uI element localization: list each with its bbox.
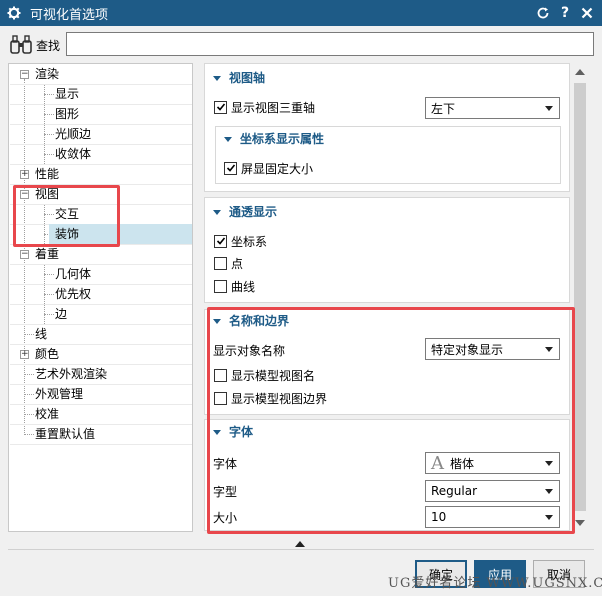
font-size-dropdown[interactable]: 10 xyxy=(425,506,560,528)
divider xyxy=(8,549,594,550)
tree-item-view[interactable]: − 视图 xyxy=(9,184,192,204)
help-icon[interactable]: ? xyxy=(554,2,576,24)
group-header-font[interactable]: 字体 xyxy=(213,422,253,442)
group-header-view-triad[interactable]: 视图轴 xyxy=(213,68,265,88)
settings-panel: 视图轴 显示视图三重轴 左下 坐标系显示属性 屏显固定大小 通透显示 坐标系 点… xyxy=(204,63,588,532)
search-input[interactable] xyxy=(66,32,594,56)
collapse-icon[interactable]: − xyxy=(20,190,29,199)
watermark: UG爱好者论坛 WWW.UGSNX.COM xyxy=(388,576,602,591)
tree-item-performance[interactable]: + 性能 xyxy=(9,164,192,184)
tree-item-display[interactable]: 显示 xyxy=(9,84,192,104)
expand-icon[interactable]: + xyxy=(20,350,29,359)
style-label: 字型 xyxy=(213,484,238,499)
group-font: 字体 字体 A 楷体 字型 Regular 大小 10 xyxy=(204,419,570,531)
chevron-down-icon xyxy=(545,461,553,466)
chevron-down-icon xyxy=(545,106,553,111)
chevron-down-icon xyxy=(545,347,553,352)
group-names-borders: 名称和边界 显示对象名称 特定对象显示 显示模型视图名 显示模型视图边界 xyxy=(204,309,570,415)
font-label: 字体 xyxy=(213,456,238,471)
group-header-coord-display[interactable]: 坐标系显示属性 xyxy=(224,129,324,149)
group-header-see-through[interactable]: 通透显示 xyxy=(213,202,277,222)
csys-row[interactable]: 坐标系 xyxy=(214,231,267,251)
search-bar: 查找 xyxy=(0,26,602,64)
fixed-size-checkbox[interactable] xyxy=(224,161,237,175)
collapse-triangle-icon xyxy=(213,209,221,215)
tree-item-edge[interactable]: 边 xyxy=(9,304,192,324)
tree-item-render[interactable]: − 渲染 xyxy=(9,64,192,84)
expand-icon[interactable]: + xyxy=(20,170,29,179)
chevron-down-icon xyxy=(545,515,553,520)
panel-scrollbar[interactable] xyxy=(572,63,588,532)
size-label: 大小 xyxy=(213,510,238,525)
group-coord-display: 坐标系显示属性 屏显固定大小 xyxy=(215,126,561,184)
fixed-size-row[interactable]: 屏显固定大小 xyxy=(224,158,313,178)
reset-icon[interactable] xyxy=(532,2,554,24)
tree-item-reset-defaults[interactable]: 重置默认值 xyxy=(9,424,192,444)
group-header-names-borders[interactable]: 名称和边界 xyxy=(213,311,289,331)
model-view-name-checkbox[interactable] xyxy=(214,368,227,382)
gear-icon xyxy=(6,5,22,21)
tree-item-color[interactable]: + 颜色 xyxy=(9,344,192,364)
window-title: 可视化首选项 xyxy=(30,7,109,23)
collapse-triangle-icon xyxy=(213,318,221,324)
show-name-label: 显示对象名称 xyxy=(213,343,286,358)
model-view-name-row[interactable]: 显示模型视图名 xyxy=(214,365,315,385)
tree-item-graphics[interactable]: 图形 xyxy=(9,104,192,124)
chevron-down-icon xyxy=(545,489,553,494)
font-dropdown[interactable]: A 楷体 xyxy=(425,452,560,474)
scroll-down-icon[interactable] xyxy=(575,520,585,526)
group-view-triad: 视图轴 显示视图三重轴 左下 坐标系显示属性 屏显固定大小 xyxy=(204,63,570,192)
model-view-border-checkbox[interactable] xyxy=(214,391,227,405)
tree-item-interaction[interactable]: 交互 xyxy=(9,204,192,224)
show-triad-row[interactable]: 显示视图三重轴 xyxy=(214,97,315,117)
tree-item-geometry[interactable]: 几何体 xyxy=(9,264,192,284)
scroll-up-icon[interactable] xyxy=(575,69,585,75)
collapse-triangle-icon xyxy=(213,429,221,435)
close-icon[interactable] xyxy=(576,2,598,24)
font-glyph-icon: A xyxy=(431,452,444,474)
tree-item-calibration[interactable]: 校准 xyxy=(9,404,192,424)
tree-item-convergent[interactable]: 收敛体 xyxy=(9,144,192,164)
collapse-up-icon[interactable] xyxy=(295,541,305,547)
show-triad-checkbox[interactable] xyxy=(214,100,227,114)
tree-item-priority[interactable]: 优先权 xyxy=(9,284,192,304)
tree-item-line[interactable]: 线 xyxy=(9,324,192,344)
scroll-thumb[interactable] xyxy=(574,83,586,511)
tree-item-artistic-render[interactable]: 艺术外观渲染 xyxy=(9,364,192,384)
model-view-border-row[interactable]: 显示模型视图边界 xyxy=(214,388,327,408)
collapse-triangle-icon xyxy=(224,136,232,142)
tree-item-decoration[interactable]: 装饰 xyxy=(49,224,192,244)
search-label: 查找 xyxy=(36,38,61,53)
triad-position-dropdown[interactable]: 左下 xyxy=(425,97,560,119)
collapse-icon[interactable]: − xyxy=(20,70,29,79)
binoculars-icon xyxy=(10,34,32,56)
curve-checkbox[interactable] xyxy=(214,279,227,293)
curve-row[interactable]: 曲线 xyxy=(214,276,255,296)
tree-item-emphasis[interactable]: − 着重 xyxy=(9,244,192,264)
tree-item-smooth-edges[interactable]: 光顺边 xyxy=(9,124,192,144)
nav-tree: − 渲染 显示 图形 光顺边 收敛体 + 性能 − 视图 交互 装饰 − 着重 … xyxy=(8,63,193,532)
point-checkbox[interactable] xyxy=(214,256,227,270)
collapse-icon[interactable]: − xyxy=(20,250,29,259)
show-name-dropdown[interactable]: 特定对象显示 xyxy=(425,338,560,360)
point-row[interactable]: 点 xyxy=(214,253,243,273)
collapse-triangle-icon xyxy=(213,75,221,81)
font-style-dropdown[interactable]: Regular xyxy=(425,480,560,502)
group-see-through: 通透显示 坐标系 点 曲线 xyxy=(204,197,570,303)
title-bar: 可视化首选项 ? xyxy=(0,0,602,26)
csys-checkbox[interactable] xyxy=(214,234,227,248)
dialog-window: 可视化首选项 ? 查找 − 渲染 显示 图形 光顺边 收敛体 + 性能 − 视图… xyxy=(0,0,602,596)
tree-item-appearance-mgmt[interactable]: 外观管理 xyxy=(9,384,192,404)
